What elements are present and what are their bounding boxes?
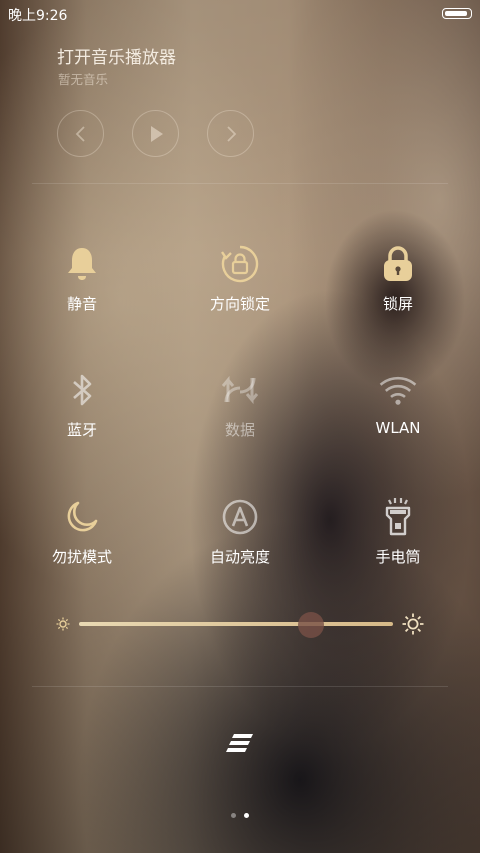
toggle-mute[interactable]: 静音 [22, 244, 142, 314]
page-dot [231, 813, 236, 818]
toggle-label: 锁屏 [382, 295, 413, 313]
battery-icon [442, 8, 472, 19]
auto-brightness-icon [220, 497, 260, 537]
flashlight-icon [378, 497, 418, 537]
toggle-label: 自动亮度 [209, 548, 270, 566]
edit-toggles-button[interactable] [220, 728, 260, 758]
previous-track-button[interactable] [57, 110, 104, 157]
toggle-label: 数据 [224, 421, 255, 439]
music-player-subtitle: 暂无音乐 [58, 72, 109, 87]
bell-icon [62, 244, 102, 284]
toggle-label: WLAN [375, 419, 421, 437]
brightness-low-icon [56, 617, 70, 631]
menu-lines-icon [226, 734, 253, 752]
battery-fill [445, 11, 467, 16]
notification-shade: 晚上9:26 打开音乐播放器 暂无音乐 静音 方向锁定 锁屏 蓝牙 数据 WLA… [0, 0, 480, 853]
toggle-mobile-data[interactable]: 数据 [180, 370, 300, 440]
moon-icon [62, 497, 102, 537]
rotation-lock-icon [220, 244, 260, 284]
bluetooth-icon [62, 370, 102, 410]
page-dot-active [244, 813, 249, 818]
toggle-label: 蓝牙 [66, 421, 97, 439]
toggle-label: 静音 [66, 295, 97, 313]
next-track-button[interactable] [207, 110, 254, 157]
brightness-high-icon [402, 613, 424, 635]
toggle-flashlight[interactable]: 手电筒 [338, 497, 458, 567]
toggle-wlan[interactable]: WLAN [338, 370, 458, 437]
chevron-left-icon [75, 125, 85, 142]
lock-icon [378, 244, 418, 284]
toggle-label: 方向锁定 [209, 295, 270, 313]
divider [32, 686, 448, 687]
play-icon [150, 125, 163, 142]
page-indicator [231, 813, 249, 818]
chevron-right-icon [226, 125, 236, 142]
wifi-icon [378, 370, 418, 410]
brightness-slider-track[interactable] [79, 622, 393, 626]
toggle-label: 手电筒 [375, 548, 421, 566]
music-player-title[interactable]: 打开音乐播放器 [57, 43, 176, 68]
brightness-slider-thumb[interactable] [298, 612, 325, 638]
toggle-rotation-lock[interactable]: 方向锁定 [180, 244, 300, 314]
toggle-do-not-disturb[interactable]: 勿扰模式 [22, 497, 142, 567]
divider [32, 183, 448, 184]
mobile-data-icon [220, 370, 260, 410]
toggle-lock-screen[interactable]: 锁屏 [338, 244, 458, 314]
toggle-bluetooth[interactable]: 蓝牙 [22, 370, 142, 440]
toggle-label: 勿扰模式 [51, 548, 112, 566]
toggle-auto-brightness[interactable]: 自动亮度 [180, 497, 300, 567]
status-time: 晚上9:26 [8, 8, 68, 24]
play-button[interactable] [132, 110, 179, 157]
